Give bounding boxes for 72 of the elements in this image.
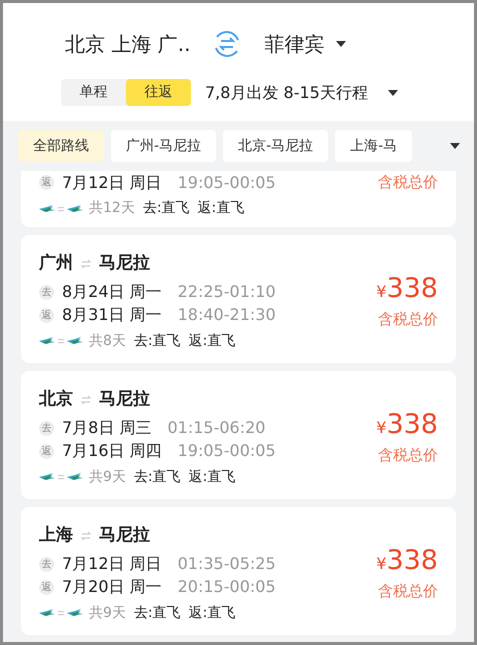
leg-badge: 返 (39, 444, 54, 458)
date-filter[interactable]: 7,8月出发 8-15天行程 (205, 80, 368, 104)
round-trip-icon (81, 530, 91, 541)
destination-city: 马尼拉 (99, 524, 150, 547)
flight-time: 20:15-00:05 (178, 576, 276, 598)
outbound-type: 去:直飞 (134, 604, 181, 622)
flight-date: 8月31日 周一 (62, 304, 162, 326)
origin-city: 广州 (39, 252, 73, 275)
airline-logo-icon (39, 608, 85, 618)
destination-country[interactable]: 菲律宾 (264, 29, 324, 59)
flight-card[interactable]: 北京 马尼拉 去 7月8日 周三 01:15-06:20 返 7月16日 周四 19:05-00:05 共9天 去:直飞 返:直飞 ¥338 含税总价 (21, 371, 456, 499)
flight-date: 8月24日 周一 (62, 281, 162, 303)
flight-card[interactable]: 广州 马尼拉 去 8月24日 周一 22:25-01:10 返 8月31日 周一 18:40-21:30 共8天 去:直飞 返:直飞 ¥338 含税总价 (21, 235, 456, 363)
leg-badge: 去 (39, 556, 54, 572)
price: 338 (386, 275, 438, 302)
round-trip-icon (81, 394, 91, 405)
leg-badge: 返 (39, 580, 54, 594)
round-trip-icon (81, 258, 91, 269)
flight-time: 19:05-00:05 (178, 172, 276, 194)
trip-days: 共8天 (89, 330, 126, 352)
return-type: 返:直飞 (188, 468, 236, 486)
price: 338 (386, 547, 438, 574)
return-type: 返:直飞 (198, 199, 244, 218)
flight-time: 18:40-21:30 (178, 304, 276, 326)
price-label: 含税总价 (378, 581, 438, 602)
airline-logo-icon (39, 336, 85, 346)
outbound-type: 去:直飞 (134, 468, 181, 486)
return-type: 返:直飞 (188, 332, 236, 350)
route-chip[interactable]: 上海-马 (335, 130, 412, 162)
price: 338 (386, 411, 438, 438)
price-label: 含税总价 (378, 309, 438, 330)
route-chip[interactable]: 北京-马尼拉 (223, 130, 328, 162)
trip-type-tab[interactable]: 往返 (126, 79, 191, 106)
origin-city: 上海 (39, 524, 73, 547)
airline-logo-icon (39, 204, 85, 214)
flight-time: 01:15-06:20 (167, 417, 266, 439)
trip-type-tab[interactable]: 单程 (61, 79, 126, 106)
outbound-type: 去:直飞 (134, 332, 181, 350)
flight-date: 7月12日 周日 (62, 172, 162, 194)
flight-time: 22:25-01:10 (178, 281, 276, 303)
trip-days: 共12天 (89, 198, 135, 219)
caret-icon (388, 90, 398, 96)
flight-date: 7月12日 周日 (62, 553, 162, 575)
flight-card[interactable]: 返 7月12日 周日 19:05-00:05 共12天 去:直飞 返:直飞 含税总价 (21, 171, 456, 227)
price-label: 含税总价 (378, 172, 438, 193)
route-chip[interactable]: 广州-马尼拉 (111, 130, 216, 162)
leg-badge: 去 (39, 420, 54, 436)
leg-badge: 返 (39, 308, 54, 322)
origin-cities[interactable]: 北京 上海 广.. (65, 29, 190, 59)
caret-icon (450, 143, 460, 149)
caret-icon (336, 41, 346, 47)
trip-days: 共9天 (89, 466, 126, 488)
return-type: 返:直飞 (188, 604, 236, 622)
leg-badge: 返 (39, 175, 54, 190)
flight-date: 7月16日 周四 (62, 440, 162, 462)
flight-card[interactable]: 上海 马尼拉 去 7月12日 周日 01:35-05:25 返 7月20日 周一 20:15-00:05 共9天 去:直飞 返:直飞 ¥338 含税总价 (21, 507, 456, 635)
flight-time: 19:05-00:05 (178, 440, 276, 462)
currency-symbol: ¥ (376, 417, 386, 440)
trip-days: 共9天 (89, 602, 126, 624)
flight-date: 7月8日 周三 (62, 417, 152, 439)
route-chip[interactable]: 全部路线 (18, 130, 104, 162)
currency-symbol: ¥ (376, 553, 386, 576)
flight-date: 7月20日 周一 (62, 576, 162, 598)
airline-logo-icon (39, 472, 85, 482)
price-label: 含税总价 (378, 445, 438, 466)
origin-city: 北京 (39, 388, 73, 411)
destination-city: 马尼拉 (99, 388, 150, 411)
leg-badge: 去 (39, 284, 54, 300)
currency-symbol: ¥ (376, 281, 386, 304)
flight-time: 01:35-05:25 (178, 553, 276, 575)
outbound-type: 去:直飞 (142, 199, 190, 218)
destination-city: 马尼拉 (99, 252, 150, 275)
